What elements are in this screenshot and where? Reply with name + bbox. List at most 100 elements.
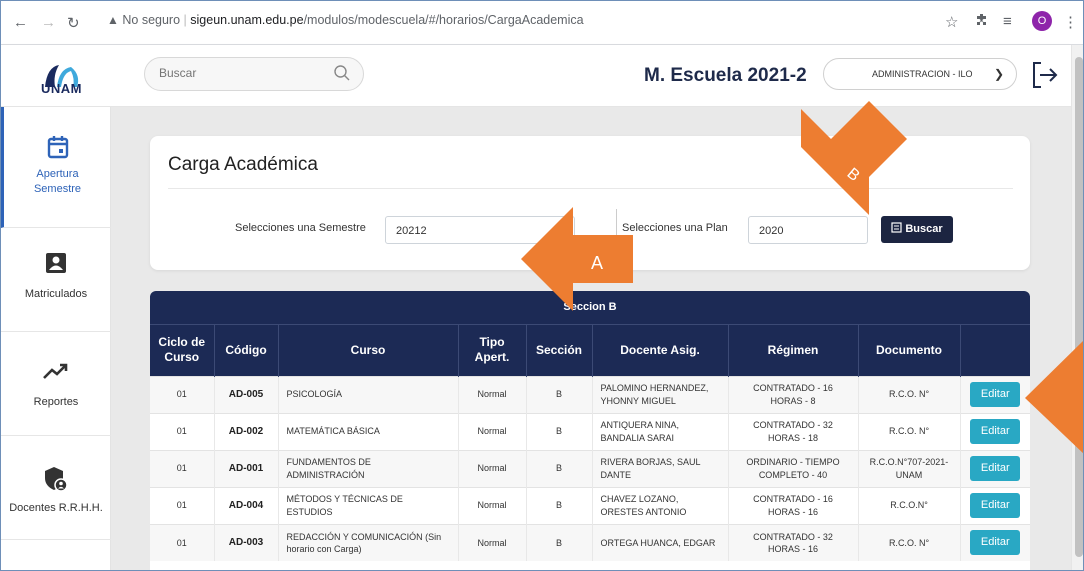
column-header: Documento	[857, 323, 960, 376]
contact-card-icon	[46, 253, 66, 273]
cell-documento: R.C.O.N°707-2021-UNAM	[857, 449, 960, 487]
star-icon[interactable]: ☆	[945, 13, 958, 31]
cell-seccion: B	[525, 486, 592, 524]
extensions-icon[interactable]	[975, 13, 989, 31]
logout-icon[interactable]	[1032, 61, 1058, 89]
cell-ciclo: 01	[150, 412, 214, 450]
cell-docente: CHAVEZ LOZANO, ORESTES ANTONIO	[591, 486, 728, 524]
url-host: sigeun.unam.edu.pe	[190, 13, 304, 27]
cell-tipo: Normal	[457, 375, 526, 413]
sidebar-item-reportes[interactable]: Reportes	[1, 332, 111, 436]
cell-curso: MÉTODOS Y TÉCNICAS DE ESTUDIOS	[277, 486, 458, 524]
sidebar-item-matriculados[interactable]: Matriculados	[1, 228, 111, 332]
app-title: M. Escuela 2021-2	[644, 65, 807, 86]
plan-input[interactable]: 2020	[748, 216, 868, 244]
sidebar-item-apertura-semestre[interactable]: Apertura Semestre	[1, 107, 111, 228]
cell-curso: REDACCIÓN Y COMUNICACIÓN (Sin horario co…	[277, 523, 458, 561]
cell-actions: Editar	[959, 412, 1030, 450]
app-header: UNAM M. Escuela 2021-2 ADMINISTRACION - …	[1, 45, 1071, 107]
chevron-down-icon: ❯	[993, 67, 1004, 81]
menu-icon[interactable]: ⋮	[1063, 13, 1078, 31]
semester-label: Selecciones una Semestre	[235, 222, 366, 234]
warning-icon: ▲	[107, 13, 119, 27]
edit-button[interactable]: Editar	[970, 530, 1021, 556]
shield-user-icon	[45, 467, 68, 492]
cell-curso: FUNDAMENTOS DE ADMINISTRACIÓN	[277, 449, 458, 487]
column-header: Ciclo de Curso	[150, 323, 214, 376]
search-icon[interactable]	[333, 64, 351, 82]
cell-documento: R.C.O. N°	[857, 523, 960, 561]
edit-button[interactable]: Editar	[970, 382, 1021, 407]
reading-list-icon[interactable]: ≡	[1003, 13, 1012, 30]
forward-icon[interactable]: →	[41, 14, 56, 31]
profile-avatar[interactable]: O	[1032, 11, 1052, 31]
edit-button[interactable]: Editar	[970, 456, 1021, 481]
reload-icon[interactable]: ↻	[67, 14, 80, 32]
cell-regimen: CONTRATADO - 32 HORAS - 16	[727, 523, 858, 561]
cell-codigo: AD-001	[213, 449, 278, 487]
sidebar-item-label: Apertura Semestre	[33, 168, 82, 196]
cell-ciclo: 01	[150, 449, 214, 487]
vertical-scrollbar[interactable]	[1071, 45, 1083, 570]
search-box[interactable]	[144, 57, 364, 91]
column-header: Código	[213, 323, 278, 376]
sidebar-item-label: Docentes R.R.H.H.	[9, 502, 103, 514]
screenshot-frame: ← → ↻ ▲ No seguro | sigeun.unam.edu.pe/m…	[0, 0, 1084, 571]
semester-input[interactable]: 20212	[385, 216, 575, 244]
document-search-icon	[891, 222, 902, 233]
column-header: Tipo Apert.	[457, 323, 526, 376]
cell-docente: ANTIQUERA NINA, BANDALIA SARAI	[591, 412, 728, 450]
cell-documento: R.C.O. N°	[857, 375, 960, 413]
edit-button[interactable]: Editar	[970, 419, 1021, 444]
divider	[616, 209, 617, 239]
table-row: 01 AD-004 MÉTODOS Y TÉCNICAS DE ESTUDIOS No…	[150, 486, 1030, 524]
url-path: /modulos/modescuela/#/horarios/CargaAcad…	[303, 13, 584, 27]
cell-regimen: CONTRATADO - 16 HORAS - 16	[727, 486, 858, 524]
cell-ciclo: 01	[150, 523, 214, 561]
role-select[interactable]: ADMINISTRACION - ILO ❯	[823, 58, 1017, 90]
filter-card: Carga Académica Selecciones una Semestre…	[150, 136, 1030, 270]
cell-regimen: CONTRATADO - 32 HORAS - 18	[727, 412, 858, 450]
cell-codigo: AD-004	[213, 486, 278, 524]
cell-codigo: AD-003	[213, 523, 278, 561]
table-row: 01 AD-001 FUNDAMENTOS DE ADMINISTRACIÓN Nor…	[150, 449, 1030, 487]
search-input[interactable]	[159, 66, 319, 80]
table-row: 01 AD-003 REDACCIÓN Y COMUNICACIÓN (Sin ho…	[150, 523, 1030, 561]
sidebar-item-docentes[interactable]: Docentes R.R.H.H.	[1, 436, 111, 540]
cell-tipo: Normal	[457, 412, 526, 450]
cell-seccion: B	[525, 412, 592, 450]
calendar-icon	[47, 136, 68, 159]
table-row: 01 AD-005 PSICOLOGÍA Normal B PALOMINO HERNAN…	[150, 375, 1030, 413]
cell-ciclo: 01	[150, 375, 214, 413]
cell-curso: MATEMÁTICA BÁSICA	[277, 412, 458, 450]
cell-seccion: B	[525, 523, 592, 561]
cell-actions: Editar	[959, 449, 1030, 487]
cell-tipo: Normal	[457, 449, 526, 487]
scrollbar-thumb[interactable]	[1075, 57, 1083, 557]
cell-tipo: Normal	[457, 486, 526, 524]
cell-actions: Editar	[959, 486, 1030, 524]
back-icon[interactable]: ←	[13, 14, 28, 31]
table-row: 01 AD-002 MATEMÁTICA BÁSICA Normal B ANTIQUER…	[150, 412, 1030, 450]
edit-button[interactable]: Editar	[970, 493, 1021, 518]
buscar-button[interactable]: Buscar	[881, 216, 953, 243]
column-header: Régimen	[727, 323, 858, 376]
cell-docente: ORTEGA HUANCA, EDGAR	[591, 523, 728, 561]
table-caption: Seccion B	[150, 291, 1030, 324]
cell-codigo: AD-005	[213, 375, 278, 413]
cell-regimen: ORDINARIO - TIEMPO COMPLETO - 40	[727, 449, 858, 487]
divider	[168, 188, 1013, 189]
cell-regimen: CONTRATADO - 16 HORAS - 8	[727, 375, 858, 413]
address-bar[interactable]: ▲ No seguro | sigeun.unam.edu.pe/modulos…	[107, 13, 584, 27]
buscar-button-label: Buscar	[905, 223, 943, 235]
column-header: Curso	[277, 323, 458, 376]
cell-docente: RIVERA BORJAS, SAUL DANTE	[591, 449, 728, 487]
sidebar-item-label: Reportes	[33, 396, 79, 408]
browser-toolbar: ← → ↻ ▲ No seguro | sigeun.unam.edu.pe/m…	[1, 1, 1083, 45]
cell-seccion: B	[525, 449, 592, 487]
logo-text: UNAM	[41, 81, 82, 96]
sidebar-item-label: Matriculados	[24, 288, 88, 300]
cell-documento: R.C.O. N°	[857, 412, 960, 450]
role-select-value: ADMINISTRACION - ILO	[872, 69, 973, 79]
plan-label: Selecciones una Plan	[622, 222, 728, 234]
